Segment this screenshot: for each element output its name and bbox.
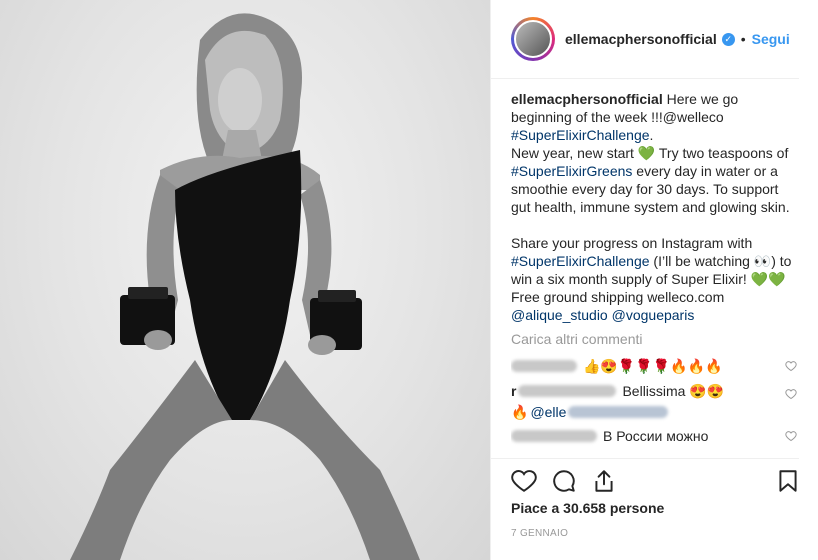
caption-author[interactable]: ellemacphersonofficial	[511, 91, 663, 107]
header-username[interactable]: ellemacphersonofficial	[565, 31, 717, 47]
separator-dot: •	[740, 31, 746, 47]
comment-text: 👍😍🌹🌹🌹🔥🔥🔥	[583, 358, 723, 374]
comment-like-icon[interactable]	[785, 430, 797, 442]
post-photo[interactable]	[0, 0, 490, 560]
comment-like-icon[interactable]	[785, 388, 797, 400]
fire-emoji: 🔥	[511, 404, 529, 420]
blurred-mention	[568, 406, 669, 418]
comment-text: В России можно	[603, 428, 709, 444]
mention-vogueparis[interactable]: @vogueparis	[612, 307, 695, 323]
verified-badge-icon: ✓	[721, 32, 735, 46]
post-date[interactable]: 7 GENNAIO	[511, 528, 568, 539]
share-icon[interactable]	[591, 468, 617, 494]
load-more-comments[interactable]: Carica altri commenti	[511, 330, 801, 348]
comments-area: ellemacphersonofficial Here we go beginn…	[511, 90, 801, 456]
post-caption: ellemacphersonofficial Here we go beginn…	[511, 90, 801, 324]
actions-divider	[491, 458, 799, 459]
follow-button[interactable]: Segui	[752, 31, 790, 47]
comment-user-prefix[interactable]: r	[511, 382, 516, 400]
avatar[interactable]	[514, 20, 552, 58]
story-ring[interactable]	[511, 17, 555, 61]
blurred-username	[511, 360, 577, 372]
green-heart-emoji: 💚	[637, 145, 656, 161]
comment-row: 👍😍🌹🌹🌹🔥🔥🔥	[511, 352, 801, 380]
blurred-username	[511, 430, 597, 442]
post-header: ellemacphersonofficial ✓ • Segui	[491, 0, 818, 78]
action-bar	[511, 464, 801, 496]
comment-mention[interactable]: @elle	[530, 403, 566, 421]
comment-row: r Bellissima 😍😍	[511, 380, 801, 402]
instagram-post: ellemacphersonofficial ✓ • Segui ellemac…	[0, 0, 818, 560]
header-divider	[491, 78, 799, 79]
comment-like-icon[interactable]	[785, 360, 797, 372]
likes-count[interactable]: Piace a 30.658 persone	[511, 500, 664, 516]
caption-punct: .	[649, 127, 654, 143]
caption-text-5: Share your progress on Instagram with	[511, 235, 753, 251]
comment-row-continued: 🔥 @elle	[511, 402, 801, 422]
heart-outline-icon[interactable]	[511, 468, 537, 494]
hashtag-superelixirgreens[interactable]: #SuperElixirGreens	[511, 163, 632, 179]
speech-bubble-icon[interactable]	[551, 468, 577, 494]
caption-text-3: Try two teaspoons of	[655, 145, 789, 161]
mention-alique-studio[interactable]: @alique_studio	[511, 307, 608, 323]
bookmark-icon[interactable]	[775, 468, 801, 494]
post-side-panel: ellemacphersonofficial ✓ • Segui ellemac…	[490, 0, 818, 560]
photo-illustration	[70, 13, 420, 560]
comment-row: В России можно	[511, 422, 801, 450]
comment-text: Bellissima 😍😍	[622, 383, 725, 399]
hashtag-superelixirchallenge[interactable]: #SuperElixirChallenge	[511, 127, 650, 143]
caption-text-2: New year, new start	[511, 145, 638, 161]
hashtag-superelixirchallenge-2[interactable]: #SuperElixirChallenge	[511, 253, 650, 269]
blurred-username	[518, 385, 617, 397]
